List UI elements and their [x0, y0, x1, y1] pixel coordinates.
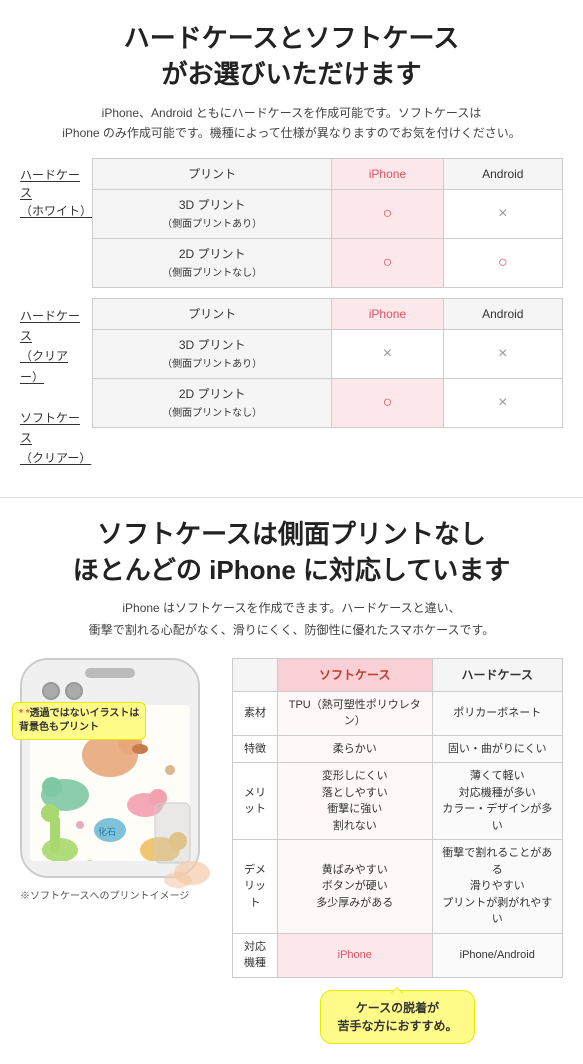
col-print: プリント [93, 158, 332, 189]
col-soft-case: ソフトケース [278, 658, 433, 691]
col-hard-case: ハードケース [432, 658, 562, 691]
table-row: 3D プリント（側面プリントあり） ○ × [93, 189, 563, 238]
hard-clear-label: ハードケース（クリアー） [20, 309, 80, 384]
section1-title: ハードケースとソフトケースがお選びいただけます [20, 20, 563, 93]
label-demerit: デメリット [233, 840, 278, 934]
table-row-feature: 特徴 柔らかい 固い・曲がりにくい [233, 735, 563, 763]
soft-clear-label: ソフトケース（クリアー） [20, 411, 91, 466]
hard-white-label: ハードケース（ホワイト） [20, 168, 92, 218]
cell-print: 3D プリント（側面プリントあり） [93, 329, 332, 378]
col-iphone-1: iPhone [332, 158, 443, 189]
label-merit: メリット [233, 763, 278, 840]
svg-text:化石: 化石 [98, 826, 116, 837]
table-row-merit: メリット 変形しにくい落としやすい衝撃に強い割れない 薄くて軽い対応機種が多いカ… [233, 763, 563, 840]
hand-holding-phone [140, 798, 210, 888]
section1: ハードケースとソフトケースがお選びいただけます iPhone、Android と… [0, 0, 583, 479]
table2-side-label: ハードケース（クリアー） ソフトケース（クリアー） [20, 298, 92, 469]
col-empty [233, 658, 278, 691]
phone-camera [42, 682, 83, 700]
label-material: 素材 [233, 691, 278, 735]
phone-notch [85, 668, 135, 678]
cell-android: × [443, 378, 562, 427]
table-row: 2D プリント（側面プリントなし） ○ × [93, 378, 563, 427]
comparison-table: ソフトケース ハードケース 素材 TPU（熱可塑性ポリウレタン） ポリカーボネー… [232, 658, 563, 978]
phone-image-column: *透過ではないイラストは背景色もプリント [20, 658, 220, 902]
cell-print: 2D プリント（側面プリントなし） [93, 378, 332, 427]
cell-print: 3D プリント（側面プリントあり） [93, 189, 332, 238]
table-row-compatible: 対応機種 iPhone iPhone/Android [233, 933, 563, 977]
cell-android: × [443, 189, 562, 238]
cell-hard-feature: 固い・曲がりにくい [432, 735, 562, 763]
table-row-material: 素材 TPU（熱可塑性ポリウレタン） ポリカーボネート [233, 691, 563, 735]
table-row: 3D プリント（側面プリントあり） × × [93, 329, 563, 378]
section-divider [0, 497, 583, 498]
cell-print: 2D プリント（側面プリントなし） [93, 238, 332, 287]
table1: プリント iPhone Android 3D プリント（側面プリントあり） ○ … [92, 158, 563, 288]
col-android-1: Android [443, 158, 562, 189]
table2-outer: ハードケース（クリアー） ソフトケース（クリアー） プリント iPhone An… [20, 298, 563, 469]
cell-soft-merit: 変形しにくい落としやすい衝撃に強い割れない [278, 763, 433, 840]
comparison-table-column: ソフトケース ハードケース 素材 TPU（熱可塑性ポリウレタン） ポリカーボネー… [232, 658, 563, 1044]
cell-hard-compatible: iPhone/Android [432, 933, 562, 977]
lower-area: *透過ではないイラストは背景色もプリント [20, 658, 563, 1044]
section2-desc: iPhone はソフトケースを作成できます。ハードケースと違い、 衝撃で割れる心… [20, 598, 563, 641]
recommendation-balloon: ケースの脱着が苦手な方におすすめ。 [320, 990, 474, 1044]
table2: プリント iPhone Android 3D プリント（側面プリントあり） × … [92, 298, 563, 428]
col-print-2: プリント [93, 298, 332, 329]
table-row: 2D プリント（側面プリントなし） ○ ○ [93, 238, 563, 287]
cell-soft-feature: 柔らかい [278, 735, 433, 763]
cell-iphone: ○ [332, 189, 443, 238]
cell-hard-material: ポリカーボネート [432, 691, 562, 735]
cell-android: ○ [443, 238, 562, 287]
cell-iphone: ○ [332, 378, 443, 427]
cell-hard-merit: 薄くて軽い対応機種が多いカラー・デザインが多い [432, 763, 562, 840]
camera-lens-1 [42, 682, 60, 700]
label-compatible: 対応機種 [233, 933, 278, 977]
balloon-area: ケースの脱着が苦手な方におすすめ。 [232, 990, 563, 1044]
col-android-2: Android [443, 298, 562, 329]
section1-desc: iPhone、Android ともにハードケースを作成可能です。ソフトケースは … [20, 103, 563, 144]
sticker-note: *透過ではないイラストは背景色もプリント [12, 702, 146, 740]
cell-soft-demerit: 黄ばみやすいボタンが硬い多少厚みがある [278, 840, 433, 934]
section2: ソフトケースは側面プリントなしほとんどの iPhone に対応しています iPh… [0, 516, 583, 1064]
phone-caption: ※ソフトケースへのプリントイメージ [20, 887, 220, 902]
table1-outer: ハードケース（ホワイト） プリント iPhone Android 3D プリント… [20, 158, 563, 288]
cell-soft-compatible: iPhone [278, 933, 433, 977]
cell-iphone: × [332, 329, 443, 378]
cell-iphone: ○ [332, 238, 443, 287]
cell-android: × [443, 329, 562, 378]
label-feature: 特徴 [233, 735, 278, 763]
col-iphone-2: iPhone [332, 298, 443, 329]
camera-lens-2 [65, 682, 83, 700]
cell-hard-demerit: 衝撃で割れることがある滑りやすいプリントが剥がれやすい [432, 840, 562, 934]
section2-title: ソフトケースは側面プリントなしほとんどの iPhone に対応しています [20, 516, 563, 589]
table-row-demerit: デメリット 黄ばみやすいボタンが硬い多少厚みがある 衝撃で割れることがある滑りや… [233, 840, 563, 934]
cell-soft-material: TPU（熱可塑性ポリウレタン） [278, 691, 433, 735]
table1-side-label: ハードケース（ホワイト） [20, 158, 92, 220]
